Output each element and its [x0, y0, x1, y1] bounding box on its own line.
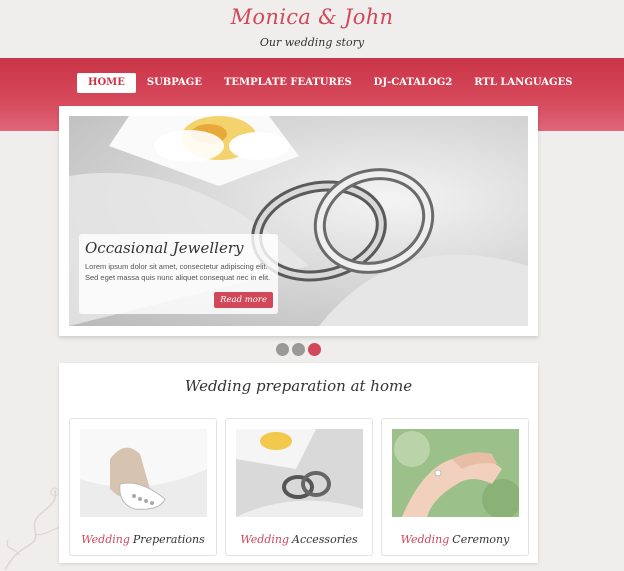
- card-label-accent: Wedding: [81, 533, 130, 546]
- site-title[interactable]: Monica & John: [0, 5, 624, 29]
- slider-dot-3[interactable]: [308, 343, 321, 356]
- nav-item-home[interactable]: HOME: [77, 73, 136, 93]
- slider-dot-1[interactable]: [276, 343, 289, 356]
- slider-pagination: [276, 343, 321, 356]
- card-label-accent: Wedding: [400, 533, 450, 546]
- nav-item-template-features[interactable]: TEMPLATE FEATURES: [213, 73, 363, 93]
- card-ceremony[interactable]: Wedding Ceremony: [381, 418, 529, 556]
- card-label: Wedding Ceremony: [382, 533, 528, 546]
- rings-image: [236, 429, 363, 517]
- slide-image[interactable]: Occasional Jewellery Lorem ipsum dolor s…: [69, 116, 528, 326]
- hands-ring-image: [392, 429, 519, 517]
- shoe-image: [80, 429, 207, 517]
- card-accessories[interactable]: Wedding Accessories: [225, 418, 373, 556]
- nav-item-rtl-languages[interactable]: RTL LANGUAGES: [463, 73, 583, 93]
- section-title: Wedding preparation at home: [184, 377, 413, 395]
- nav-item-dj-catalog2[interactable]: DJ-CATALOG2: [363, 73, 464, 93]
- card-label: Wedding Preperations: [70, 533, 216, 546]
- slider-dot-2[interactable]: [292, 343, 305, 356]
- caption-title: Occasional Jewellery: [85, 239, 244, 257]
- card-label-text: Ceremony: [452, 533, 510, 546]
- nav-item-subpage[interactable]: SUBPAGE: [136, 73, 213, 93]
- read-more-button[interactable]: Read more: [214, 292, 273, 308]
- card-label-accent: Wedding: [240, 533, 290, 546]
- card-label-text: Preperations: [132, 533, 205, 546]
- site-header: Monica & John Our wedding story: [0, 0, 624, 58]
- card-preperations[interactable]: Wedding Preperations: [69, 418, 217, 556]
- slide-caption: Occasional Jewellery Lorem ipsum dolor s…: [79, 234, 278, 314]
- card-label-text: Accessories: [292, 533, 358, 546]
- content-panel: Wedding preparation at home Wedding Prepe…: [59, 363, 538, 563]
- card-label: Wedding Accessories: [226, 533, 372, 546]
- image-slider: Occasional Jewellery Lorem ipsum dolor s…: [59, 106, 538, 336]
- caption-text: Lorem ipsum dolor sit amet, consectetur …: [85, 262, 271, 282]
- site-tagline: Our wedding story: [259, 36, 365, 49]
- main-nav: HOME SUBPAGE TEMPLATE FEATURES DJ-CATALO…: [77, 73, 583, 93]
